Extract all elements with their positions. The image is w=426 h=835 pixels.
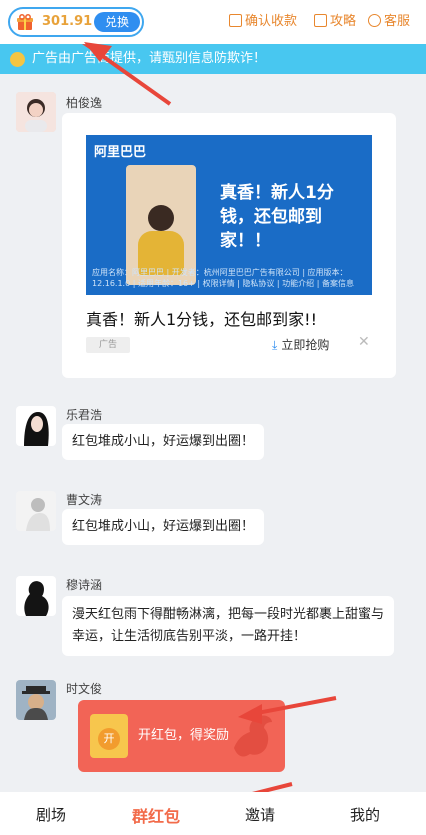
- tab-mine[interactable]: 我的: [350, 804, 380, 825]
- guide-link[interactable]: 攻略: [314, 14, 356, 30]
- buy-now-label: 立即抢购: [281, 338, 330, 352]
- coin-value: 301.91: [42, 14, 93, 29]
- ad-tag: 广告: [86, 337, 130, 353]
- ad-notice-text: 广告由广告商提供，请甄别信息防欺诈！: [32, 51, 267, 66]
- message-bubble: 红包堆成小山，好运爆到出圈！: [62, 509, 265, 545]
- avatar[interactable]: [16, 406, 56, 446]
- avatar-image: [16, 491, 56, 531]
- ad-model-head: [148, 205, 174, 231]
- tab-group-red-packet[interactable]: 群红包: [132, 803, 180, 827]
- speaker-icon: [10, 52, 25, 67]
- sender-name: 穆诗涵: [66, 578, 103, 592]
- avatar[interactable]: [16, 491, 56, 531]
- red-packet-envelope: 开: [90, 714, 128, 758]
- tab-theater[interactable]: 剧场: [36, 804, 66, 825]
- ad-title[interactable]: 真香！新人1分钱，还包邮到家!!: [86, 306, 317, 330]
- red-packet-card[interactable]: 开 开红包，得奖励: [78, 700, 285, 772]
- sender-name: 时文俊: [66, 682, 103, 696]
- sender-name: 乐君浩: [66, 408, 103, 422]
- exchange-button[interactable]: 兑换: [94, 12, 140, 32]
- avatar-image: [16, 406, 56, 446]
- avatar[interactable]: [16, 576, 56, 616]
- avatar[interactable]: [16, 680, 56, 720]
- avatar-image: [16, 680, 56, 720]
- guide-icon: [314, 14, 327, 27]
- support-link[interactable]: 客服: [368, 14, 410, 30]
- ad-image[interactable]: 阿里巴巴 真香！新人1分钱，还包邮到家！！ 应用名称：阿里巴巴 | 开发者：杭州…: [86, 135, 372, 295]
- gift-icon: [17, 14, 33, 30]
- avatar-image: [16, 576, 56, 616]
- avatar-image: [16, 92, 56, 132]
- ad-headline: 真香！新人1分钱，还包邮到家！！: [220, 183, 334, 251]
- coin-balance-pill[interactable]: 301.91 兑换: [8, 7, 144, 37]
- top-bar: 301.91 兑换 确认收款 攻略 客服: [0, 0, 426, 44]
- tab-invite[interactable]: 邀请: [245, 804, 275, 825]
- close-icon[interactable]: ✕: [358, 334, 370, 350]
- red-packet-text: 开红包，得奖励: [138, 728, 230, 743]
- confirm-receipt-label: 确认收款: [245, 14, 298, 29]
- confirm-receipt-icon: [229, 14, 242, 27]
- bottom-tab-bar: 剧场 群红包 邀请 我的: [0, 792, 426, 835]
- ad-notice-bar: 广告由广告商提供，请甄别信息防欺诈！: [0, 44, 426, 74]
- download-icon: ⤓: [272, 338, 278, 352]
- ad-card[interactable]: 阿里巴巴 真香！新人1分钱，还包邮到家！！ 应用名称：阿里巴巴 | 开发者：杭州…: [62, 113, 396, 378]
- message-bubble: 漫天红包雨下得酣畅淋漓，把每一段时光都裹上甜蜜与幸运，让生活彻底告别平淡，一路开…: [62, 596, 394, 656]
- support-icon: [368, 14, 381, 27]
- sender-name: 曹文涛: [66, 493, 103, 507]
- horse-icon: [234, 715, 272, 757]
- guide-label: 攻略: [330, 14, 357, 29]
- confirm-receipt-link[interactable]: 确认收款: [229, 14, 297, 30]
- ad-fine-print: 应用名称：阿里巴巴 | 开发者：杭州阿里巴巴广告有限公司 | 应用版本：12.1…: [92, 268, 354, 288]
- buy-now-button[interactable]: ⤓ 立即抢购: [272, 336, 329, 353]
- support-label: 客服: [384, 14, 411, 29]
- ad-brand: 阿里巴巴: [94, 145, 147, 160]
- red-packet-seal: 开: [98, 728, 120, 750]
- sender-name: 柏俊逸: [66, 96, 103, 110]
- message-bubble: 红包堆成小山，好运爆到出圈！: [62, 424, 265, 460]
- avatar[interactable]: [16, 92, 56, 132]
